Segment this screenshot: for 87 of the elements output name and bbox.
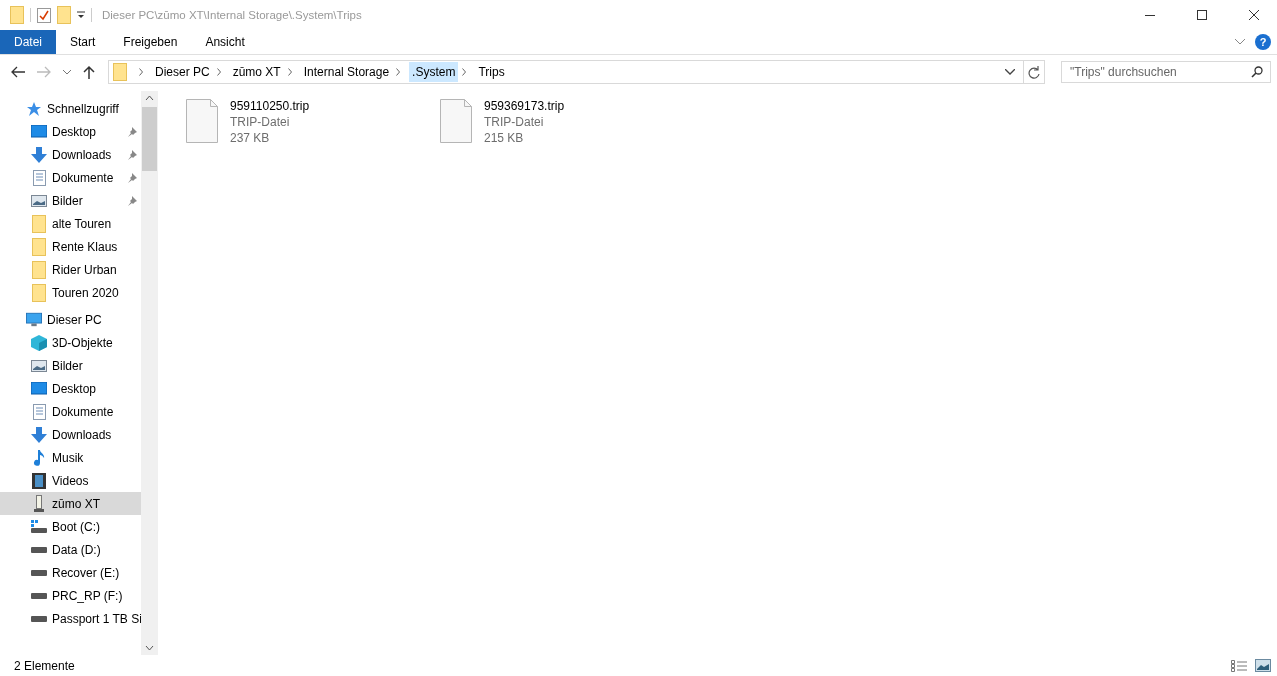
folder-icon (32, 260, 46, 279)
sidebar-item[interactable]: Bilder (0, 354, 141, 377)
cube-icon (31, 334, 47, 351)
drive-icon (31, 592, 47, 599)
sidebar-item[interactable]: Videos (0, 469, 141, 492)
refresh-icon[interactable] (1028, 65, 1040, 79)
ribbon-tab[interactable]: Start (56, 30, 110, 54)
search-icon (1251, 66, 1263, 78)
sidebar-item[interactable]: Desktop (0, 377, 141, 400)
sidebar-item[interactable]: Downloads (0, 143, 141, 166)
sidebar-item[interactable]: Dokumente (0, 166, 141, 189)
recent-dropdown[interactable] (60, 69, 74, 75)
chevron-icon (462, 68, 468, 76)
file-name[interactable]: 959110250.trip (230, 99, 310, 114)
item-count: 2 Elemente (14, 658, 75, 673)
sidebar-item[interactable]: Boot (C:) (0, 515, 141, 538)
folder-icon (57, 6, 71, 24)
folder-icon (113, 63, 127, 81)
document-icon (32, 403, 46, 420)
folder-icon (32, 283, 46, 302)
sidebar-item[interactable]: zūmo XT (0, 492, 141, 515)
file-type: TRIP-Datei (484, 115, 545, 130)
sidebar-item[interactable]: Downloads (0, 423, 141, 446)
sidebar-item[interactable]: Touren 2020 (0, 281, 141, 304)
scroll-thumb[interactable] (142, 107, 157, 171)
sidebar-item[interactable]: Recover (E:) (0, 561, 141, 584)
breadcrumb[interactable]: zūmo XT (229, 62, 284, 82)
film-icon (32, 472, 46, 489)
chevron-icon (287, 68, 293, 76)
down-arrow-icon (31, 426, 47, 443)
sidebar-item[interactable]: Schnellzugriff (0, 97, 141, 120)
sidebar-item[interactable]: Rente Klaus (0, 235, 141, 258)
drive-icon (31, 519, 47, 534)
file-type: TRIP-Datei (230, 115, 291, 130)
folder-icon (32, 237, 46, 256)
maximize-icon[interactable] (1197, 10, 1207, 20)
sidebar-item[interactable]: 3D-Objekte (0, 331, 141, 354)
drive-icon (31, 546, 47, 553)
ribbon-tab[interactable]: Datei (0, 30, 56, 54)
ribbon-tab[interactable]: Ansicht (191, 30, 259, 54)
breadcrumb[interactable]: Internal Storage (300, 62, 393, 82)
file-name[interactable]: 959369173.trip (484, 99, 565, 114)
sidebar-item[interactable]: alte Touren (0, 212, 141, 235)
sidebar-item[interactable]: Data (D:) (0, 538, 141, 561)
picture-icon (31, 194, 47, 207)
scrollbar[interactable] (141, 91, 158, 655)
computer-icon (26, 312, 42, 327)
folder-icon (32, 214, 46, 233)
tiles-view-icon[interactable] (1255, 659, 1271, 672)
chevron-down-icon[interactable] (1005, 69, 1015, 75)
sidebar-item[interactable]: PRC_RP (F:) (0, 584, 141, 607)
checklist-icon[interactable] (37, 7, 51, 23)
chevron-icon (396, 68, 402, 76)
music-note-icon (33, 449, 45, 466)
chevron-icon (216, 68, 222, 76)
chevron-icon (139, 68, 144, 76)
ribbon-tab[interactable]: Freigeben (109, 30, 192, 54)
sidebar-item[interactable]: Dieser PC (0, 308, 141, 331)
help-button[interactable]: ? (1255, 34, 1271, 50)
document-icon (32, 169, 46, 186)
down-arrow-icon (31, 146, 47, 163)
file-size: 215 KB (484, 131, 525, 146)
file-size: 237 KB (230, 131, 271, 146)
folder-icon (10, 6, 24, 24)
sidebar-item[interactable]: Dokumente (0, 400, 141, 423)
sidebar-item[interactable]: Bilder (0, 189, 141, 212)
breadcrumb[interactable]: Dieser PC (152, 62, 213, 82)
address-bar[interactable]: Dieser PC zūmo XT Internal Storage .System Trips (108, 60, 1045, 84)
details-view-icon[interactable] (1231, 659, 1247, 672)
monitor-icon (31, 382, 47, 395)
star-icon (27, 101, 41, 116)
sidebar-item[interactable]: Rider Urban (0, 258, 141, 281)
picture-icon (31, 359, 47, 372)
drive-icon (31, 615, 47, 622)
dropdown-icon[interactable] (77, 11, 85, 19)
close-icon[interactable] (1249, 10, 1259, 20)
monitor-icon (31, 125, 47, 138)
minimize-icon[interactable] (1145, 14, 1155, 16)
breadcrumb[interactable]: Trips (475, 62, 508, 82)
sidebar-item[interactable]: Desktop (0, 120, 141, 143)
breadcrumb[interactable]: .System (409, 62, 459, 82)
drive-icon (31, 569, 47, 576)
sidebar-item[interactable]: Passport 1 TB Si (0, 607, 141, 630)
search-field[interactable]: "Trips" durchsuchen (1061, 61, 1271, 83)
window-title: Dieser PC\zūmo XT\Internal Storage\.System\Trips (102, 9, 363, 21)
phone-icon (34, 495, 44, 512)
sidebar-item[interactable]: Musik (0, 446, 141, 469)
